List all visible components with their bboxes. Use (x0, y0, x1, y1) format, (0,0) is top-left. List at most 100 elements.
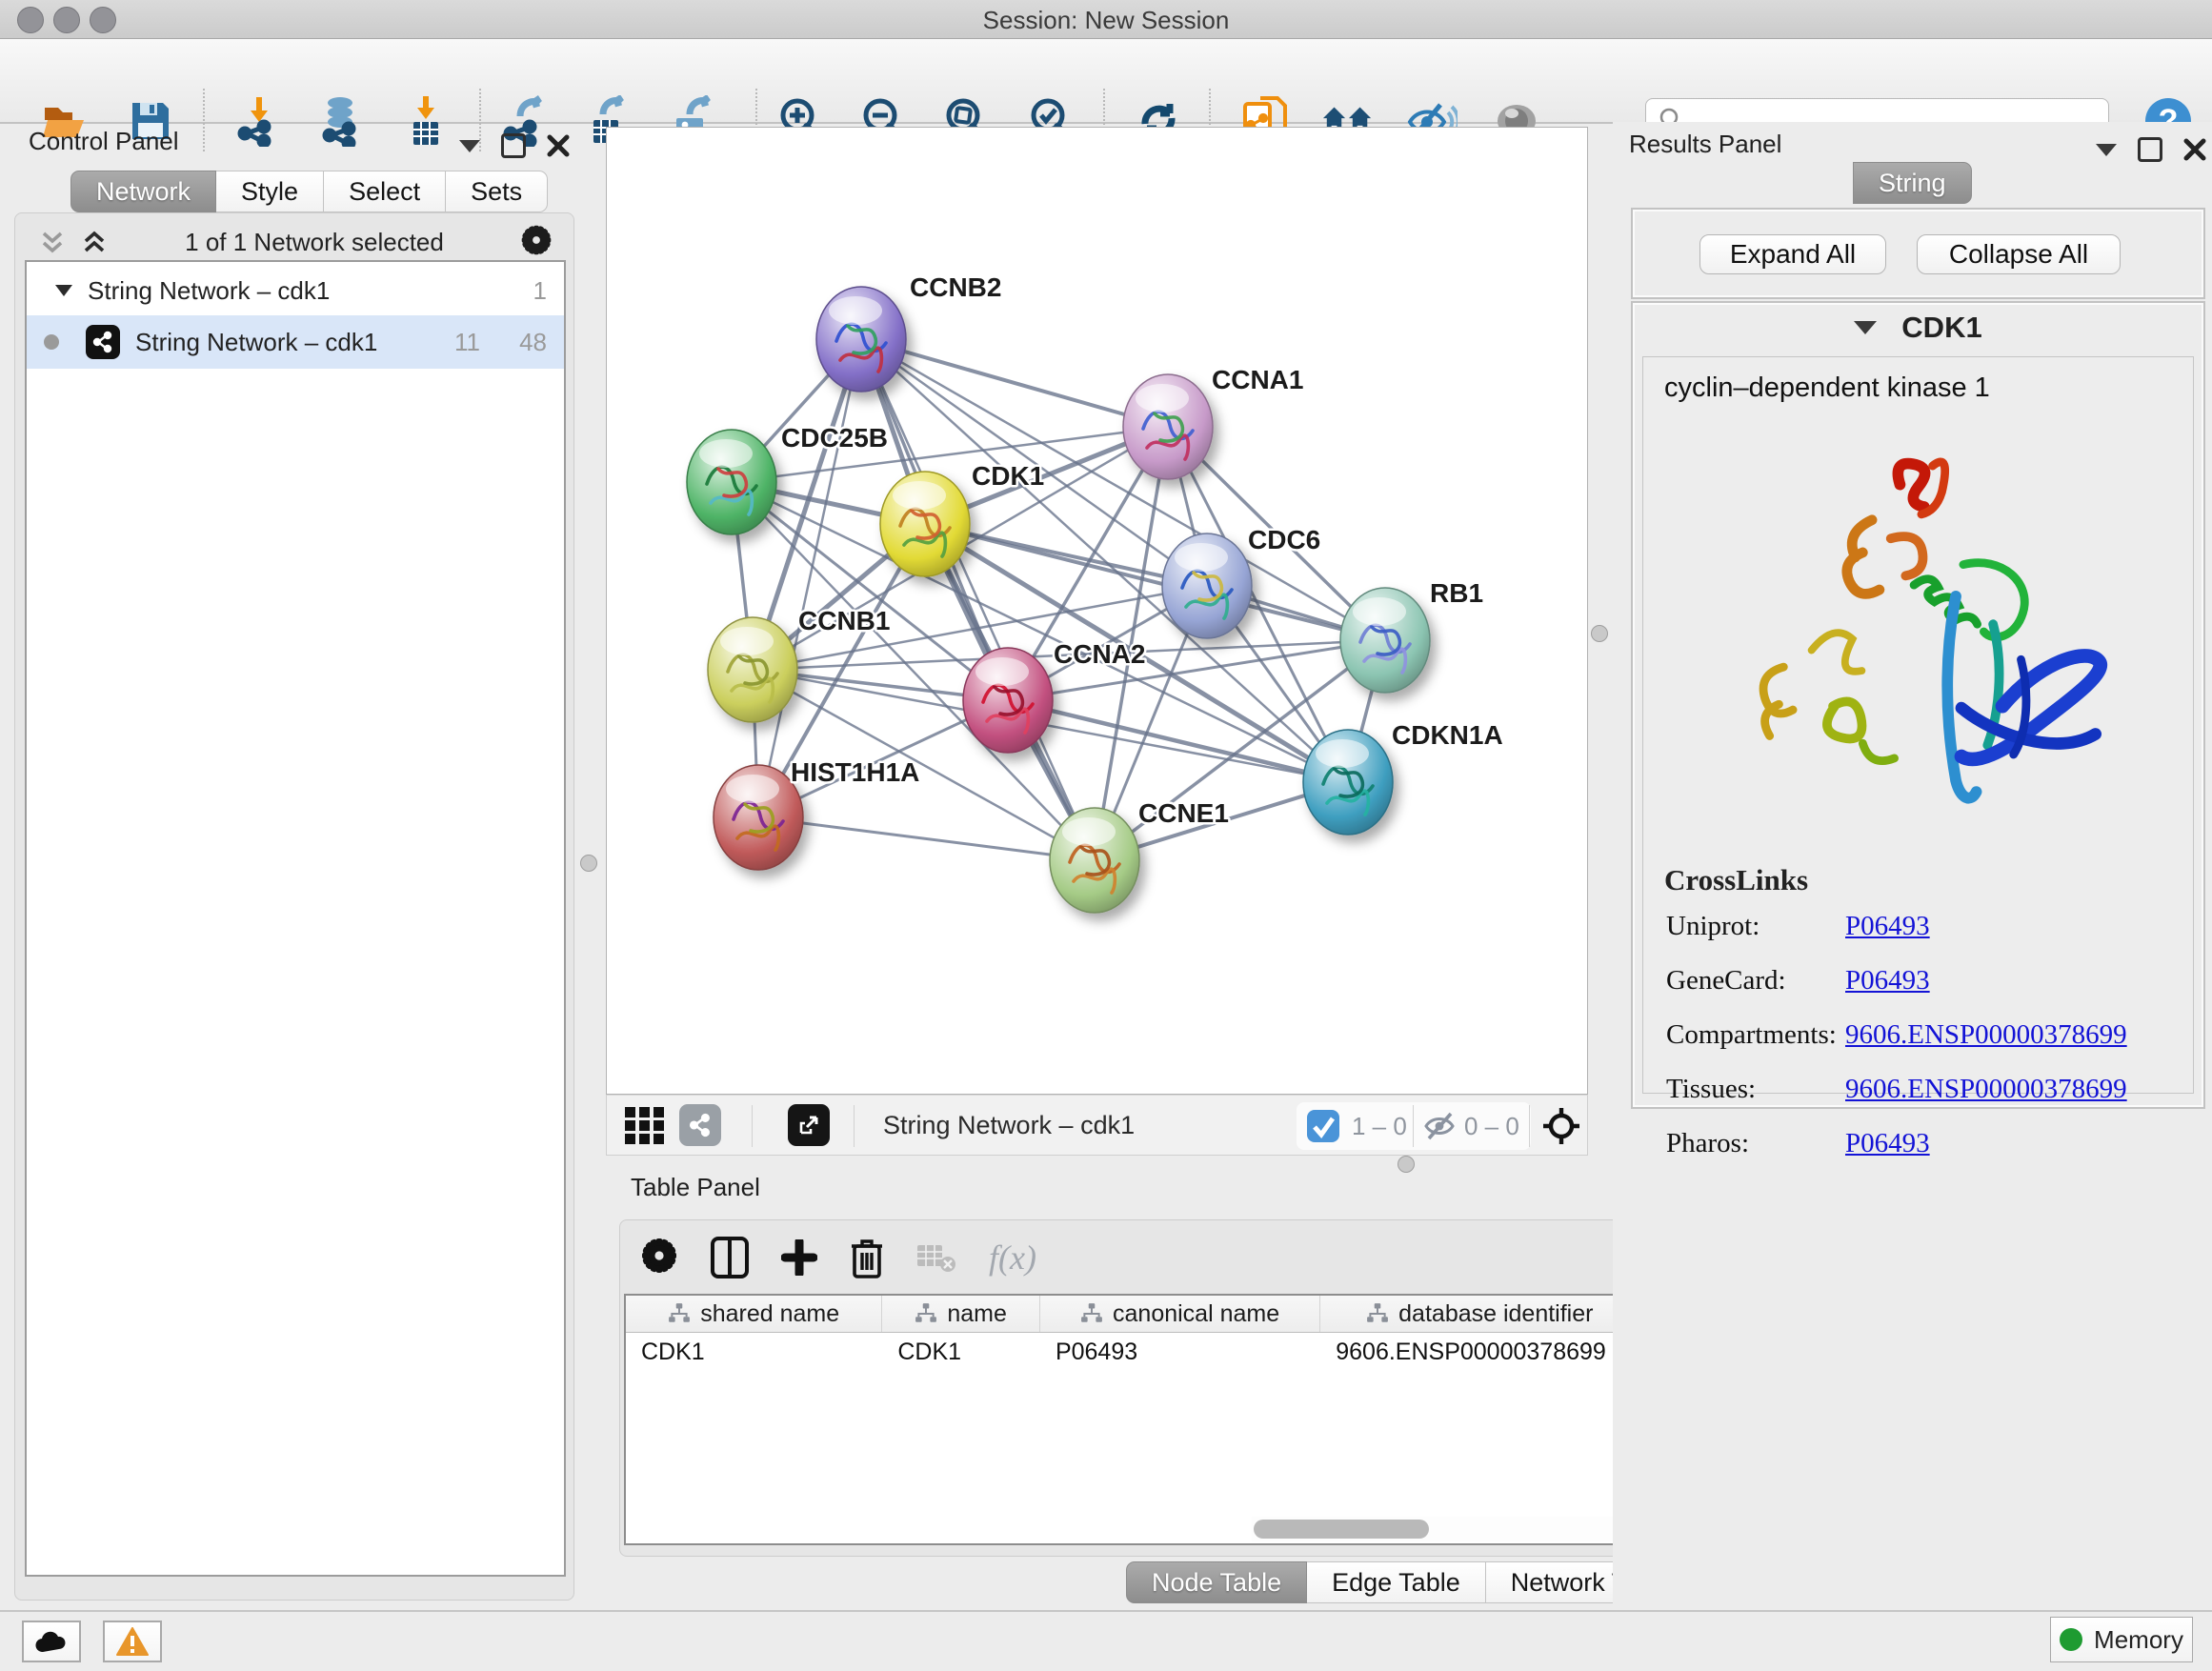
expand-all-networks-icon[interactable] (80, 228, 109, 256)
node-label-CCNA1: CCNA1 (1212, 365, 1303, 394)
close-panel-icon[interactable] (2183, 138, 2206, 161)
window-title: Session: New Session (0, 6, 2212, 35)
control-panel-title: Control Panel (29, 127, 179, 156)
cloud-status-button[interactable] (22, 1621, 81, 1662)
collection-name: String Network – cdk1 (88, 276, 330, 306)
close-panel-icon[interactable] (547, 134, 570, 157)
vertical-splitter-handle-left[interactable] (580, 855, 597, 872)
network-node-HIST1H1A[interactable] (714, 765, 803, 870)
network-options-gear-icon[interactable] (520, 224, 553, 261)
network-edge-CCNB2-HIST1H1A[interactable] (758, 339, 861, 817)
collapse-all-networks-icon[interactable] (38, 228, 67, 256)
results-panel-title: Results Panel (1629, 130, 1781, 159)
viewbar-separator (752, 1105, 753, 1147)
results-actions-box: Expand All Collapse All (1631, 208, 2205, 299)
tab-style[interactable]: Style (216, 171, 324, 212)
node-label-RB1: RB1 (1430, 578, 1483, 608)
import-table-icon[interactable] (399, 94, 452, 148)
network-edge-HIST1H1A-CCNE1[interactable] (758, 817, 1095, 860)
tab-node-table[interactable]: Node Table (1126, 1561, 1307, 1603)
selected-count: 1 – 0 (1352, 1112, 1407, 1141)
collapse-gene-icon[interactable] (1854, 321, 1877, 334)
network-node-CDK1[interactable] (880, 472, 970, 576)
horizontal-splitter-handle[interactable] (1398, 1156, 1415, 1173)
node-label-CCNE1: CCNE1 (1138, 798, 1229, 828)
gene-description: cyclin–dependent kinase 1 (1664, 372, 2193, 404)
column-header-shared-name[interactable]: shared name (626, 1296, 882, 1332)
current-network-dot (44, 334, 59, 350)
column-header-name[interactable]: name (882, 1296, 1040, 1332)
expand-all-button[interactable]: Expand All (1699, 234, 1886, 274)
node-label-CCNB1: CCNB1 (798, 606, 890, 635)
gene-symbol: CDK1 (1901, 311, 1981, 345)
viewbar-separator (1413, 1105, 1414, 1147)
gene-card: CDK1 cyclin–dependent kinase 1 (1631, 301, 2205, 1109)
tab-select[interactable]: Select (324, 171, 446, 212)
crosslink-row: Uniprot:P06493 (1666, 911, 2193, 942)
table-cell[interactable]: CDK1 (882, 1333, 1040, 1371)
collapse-all-button[interactable]: Collapse All (1917, 234, 2121, 274)
crosslink-row: Tissues:9606.ENSP00000378699 (1666, 1074, 2193, 1105)
tab-string[interactable]: String (1853, 162, 1972, 204)
crosslink-link[interactable]: P06493 (1845, 911, 1930, 942)
import-network-icon[interactable] (232, 94, 286, 148)
open-in-new-window-icon[interactable] (788, 1104, 830, 1146)
show-columns-icon[interactable] (711, 1237, 749, 1278)
network-edge-CCNB2-CCNA1[interactable] (861, 339, 1168, 427)
crosslink-link[interactable]: 9606.ENSP00000378699 (1845, 1019, 2127, 1051)
table-options-gear-icon[interactable] (640, 1237, 678, 1279)
gene-card-header[interactable]: CDK1 (1633, 303, 2203, 352)
selected-nodes-checkbox-icon[interactable] (1306, 1109, 1340, 1148)
birdseye-view-icon[interactable] (624, 1106, 666, 1151)
hidden-elements-icon[interactable] (1422, 1111, 1458, 1146)
warnings-button[interactable] (103, 1621, 162, 1662)
network-selection-status: 1 of 1 Network selected (109, 228, 520, 257)
network-node-CCNE1[interactable] (1050, 808, 1139, 913)
tab-edge-table[interactable]: Edge Table (1307, 1561, 1486, 1603)
scrollbar-thumb[interactable] (1254, 1520, 1429, 1539)
vertical-splitter-handle-right[interactable] (1591, 625, 1608, 642)
column-header-canonical-name[interactable]: canonical name (1040, 1296, 1320, 1332)
network-node-CCNA2[interactable] (963, 648, 1053, 753)
node-label-CCNA2: CCNA2 (1054, 639, 1145, 669)
tab-sets[interactable]: Sets (446, 171, 548, 212)
application-window: Session: New Session (0, 0, 2212, 1671)
network-node-CDC25B[interactable] (687, 430, 776, 534)
string-network-icon (86, 325, 120, 359)
crosslink-row: GeneCard:P06493 (1666, 965, 2193, 997)
float-panel-icon[interactable] (2138, 137, 2162, 162)
fit-content-crosshair-icon[interactable] (1542, 1107, 1580, 1150)
table-cell[interactable]: P06493 (1040, 1333, 1320, 1371)
panel-menu-icon[interactable] (2096, 144, 2117, 156)
network-node-CCNA1[interactable] (1123, 374, 1213, 479)
viewbar-separator (1529, 1105, 1530, 1147)
column-header-database-identifier[interactable]: database identifier (1320, 1296, 1639, 1332)
network-node-CDKN1A[interactable] (1303, 730, 1393, 835)
network-node-RB1[interactable] (1340, 588, 1430, 693)
add-column-icon[interactable] (781, 1239, 817, 1276)
string-style-toggle-icon[interactable] (679, 1104, 721, 1146)
node-label-HIST1H1A: HIST1H1A (791, 757, 919, 787)
network-canvas[interactable]: CCNB2CCNA1CDC25BCDK1CDC6RB1CCNB1CCNA2CDK… (606, 127, 1588, 1095)
crosslink-link[interactable]: P06493 (1845, 1128, 1930, 1159)
network-collection-row[interactable]: String Network – cdk1 1 (27, 266, 564, 315)
delete-column-icon[interactable] (850, 1237, 884, 1278)
panel-menu-icon[interactable] (459, 140, 480, 152)
float-panel-icon[interactable] (501, 133, 526, 158)
crosslink-link[interactable]: P06493 (1845, 965, 1930, 997)
node-label-CDC25B: CDC25B (781, 423, 888, 453)
node-label-CDKN1A: CDKN1A (1392, 720, 1503, 750)
crosslink-link[interactable]: 9606.ENSP00000378699 (1845, 1074, 2127, 1105)
tree-expander-icon[interactable] (53, 282, 74, 299)
memory-button[interactable]: Memory (2050, 1617, 2193, 1662)
network-row-selected[interactable]: String Network – cdk1 11 48 (27, 315, 564, 369)
import-network-from-database-icon[interactable] (313, 94, 367, 148)
tab-network[interactable]: Network (70, 171, 216, 212)
network-node-CDC6[interactable] (1162, 534, 1252, 638)
node-label-CDK1: CDK1 (972, 461, 1044, 491)
table-cell[interactable]: CDK1 (626, 1333, 882, 1371)
table-cell[interactable]: 9606.ENSP00000378699 (1320, 1333, 1639, 1371)
toolbar-separator (203, 89, 205, 151)
network-node-CCNB2[interactable] (816, 287, 906, 392)
network-node-CCNB1[interactable] (708, 617, 797, 722)
